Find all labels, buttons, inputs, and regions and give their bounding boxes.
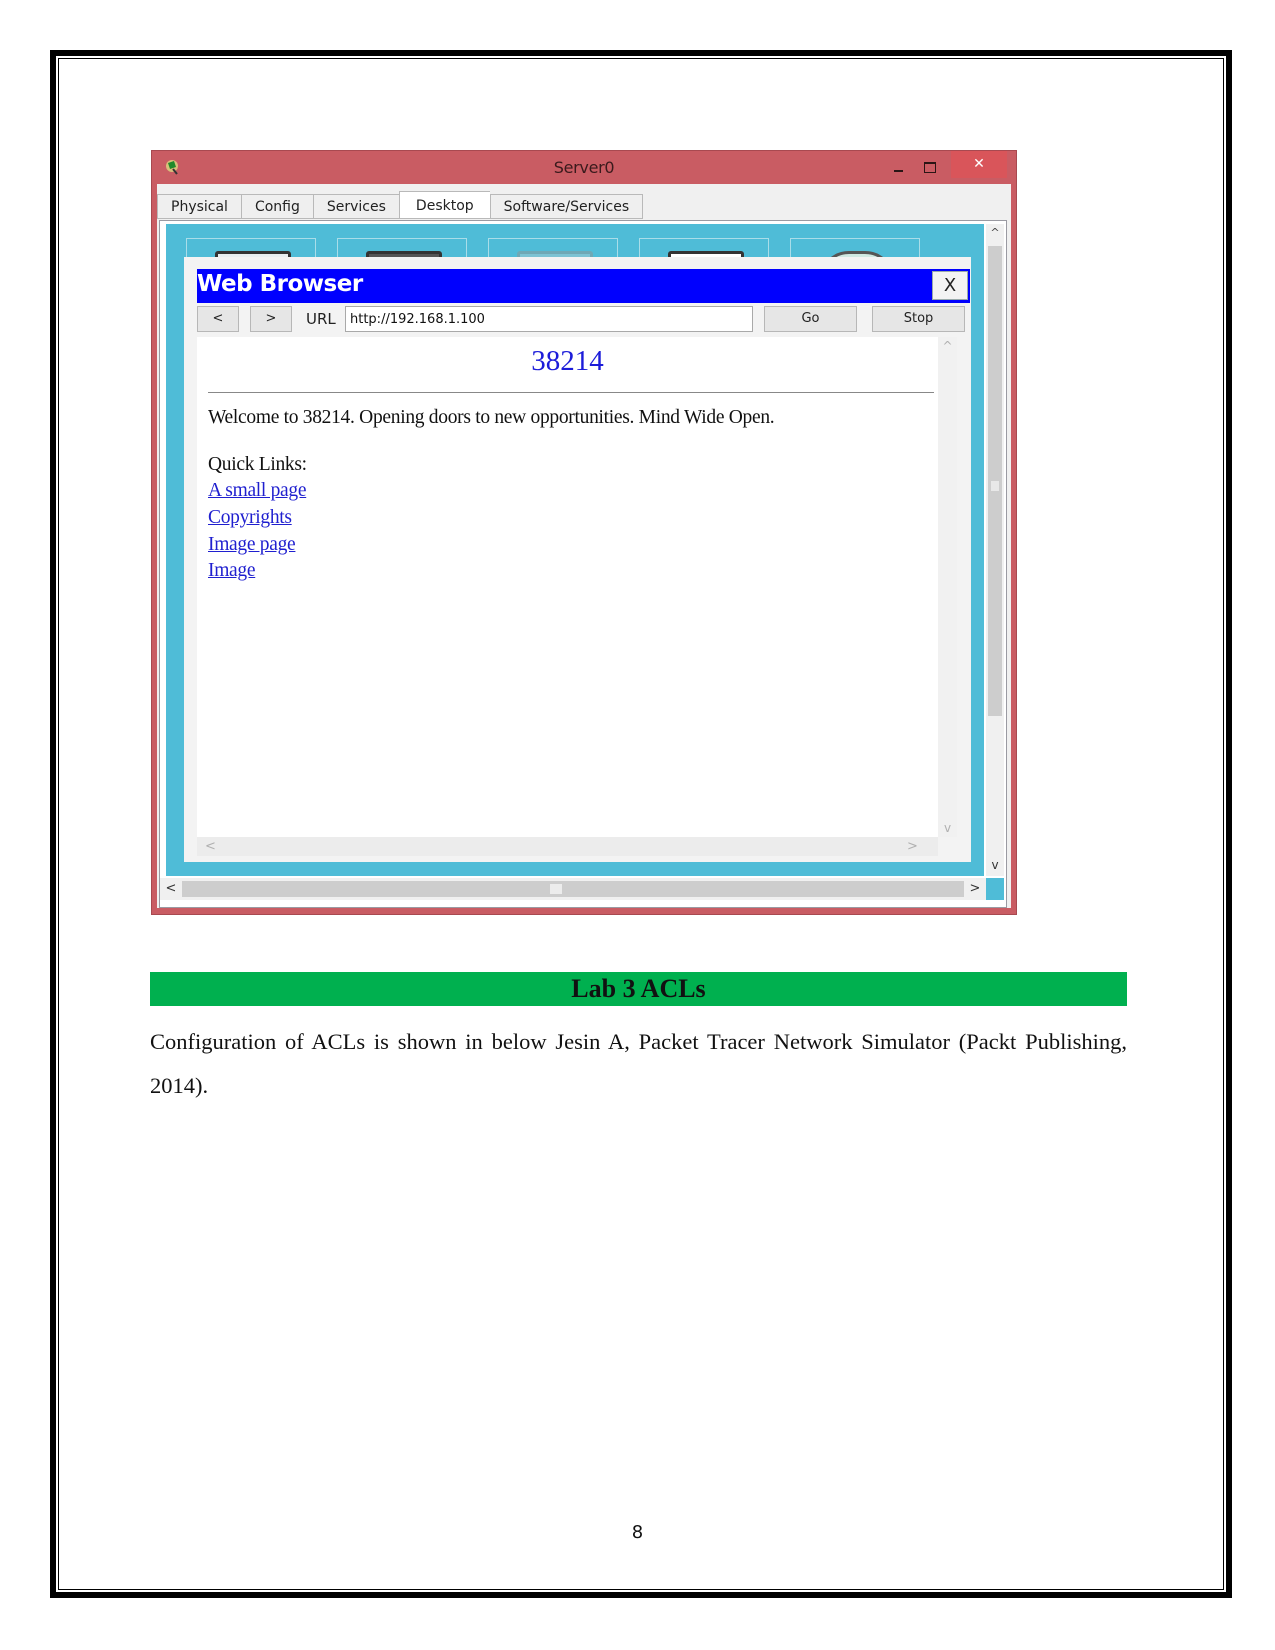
scroll-right-icon[interactable]: > [966, 880, 984, 898]
url-input[interactable] [345, 306, 753, 332]
desktop-horizontal-scrollbar[interactable]: < > [160, 878, 986, 900]
scroll-right-icon[interactable]: > [903, 837, 922, 856]
body-paragraph: Configuration of ACLs is shown in below … [150, 1029, 1127, 1098]
tab-bar: Physical Config Services Desktop Softwar… [157, 191, 644, 219]
scrollbar-thumb[interactable] [182, 881, 964, 897]
forward-button[interactable]: > [250, 306, 292, 332]
web-browser-close-button[interactable]: X [932, 271, 968, 300]
web-page-horizontal-scrollbar[interactable]: < > [197, 837, 938, 856]
close-button[interactable]: ✕ [951, 151, 1007, 178]
stop-button[interactable]: Stop [872, 306, 965, 332]
tab-software-services[interactable]: Software/Services [489, 194, 644, 219]
horizontal-rule [208, 392, 934, 393]
back-button[interactable]: < [197, 306, 239, 332]
scroll-up-icon[interactable]: ^ [938, 339, 957, 353]
web-page-vertical-scrollbar[interactable]: ^ v [938, 337, 957, 837]
scroll-left-icon[interactable]: < [201, 837, 220, 856]
scroll-down-icon[interactable]: v [986, 858, 1004, 874]
scroll-down-icon[interactable]: v [938, 821, 957, 835]
link-image[interactable]: Image [208, 560, 256, 582]
section-title: Lab 3 ACLs [571, 974, 706, 1003]
go-button[interactable]: Go [764, 306, 857, 332]
welcome-text: Welcome to 38214. Opening doors to new o… [208, 407, 775, 428]
link-image-page[interactable]: Image page [208, 534, 296, 556]
desktop-vertical-scrollbar[interactable]: ^ v [986, 224, 1004, 876]
page-number: 8 [631, 1522, 644, 1543]
quick-links-label: Quick Links: [208, 454, 307, 475]
tab-config[interactable]: Config [240, 194, 313, 219]
minimize-button[interactable] [887, 159, 911, 177]
web-page-content: 38214 Welcome to 38214. Opening doors to… [197, 337, 938, 837]
scroll-up-icon[interactable]: ^ [986, 226, 1004, 242]
scrollbar-thumb[interactable] [988, 246, 1002, 716]
scrollbar-corner [986, 878, 1004, 900]
tab-services[interactable]: Services [312, 194, 399, 219]
web-browser-toolbar: < > URL Go Stop [197, 306, 970, 332]
window-title-bar[interactable]: Server0 ✕ [152, 151, 1016, 184]
tab-physical[interactable]: Physical [157, 194, 241, 219]
url-label: URL [306, 310, 336, 328]
page-heading: 38214 [531, 345, 604, 377]
link-copyrights[interactable]: Copyrights [208, 507, 292, 529]
maximize-button[interactable] [918, 159, 942, 177]
scroll-left-icon[interactable]: < [162, 880, 180, 898]
web-browser-title: Web Browser [197, 271, 363, 297]
link-small-page[interactable]: A small page [208, 480, 307, 502]
tab-desktop[interactable]: Desktop [398, 191, 490, 219]
section-heading-bar: Lab 3 ACLs [150, 972, 1127, 1006]
web-browser-title-bar: Web Browser X [197, 269, 970, 303]
web-browser-dialog: Web Browser X < > URL Go Stop 38214 Welc… [184, 257, 971, 862]
